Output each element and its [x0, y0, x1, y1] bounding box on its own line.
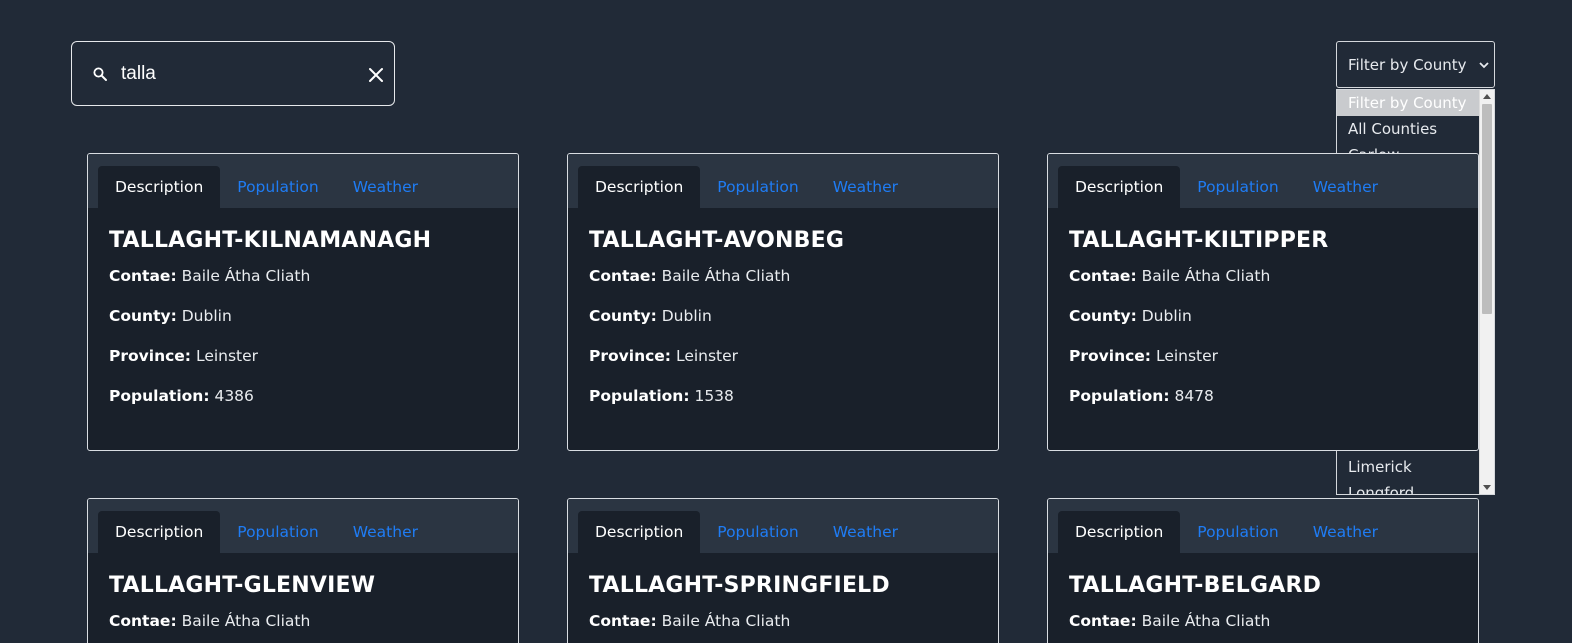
tab-description[interactable]: Description [1058, 511, 1181, 553]
province-value: Leinster [675, 347, 739, 365]
population-row: Population: 8478 [1069, 387, 1457, 427]
contae-row: Contae: Baile Átha Cliath [1069, 267, 1457, 307]
province-label: Province: [589, 347, 672, 365]
tab-description[interactable]: Description [1058, 166, 1181, 208]
tab-population[interactable]: Population [220, 511, 335, 553]
county-row: County: Dublin [1069, 307, 1457, 347]
county-filter-value: Filter by County [1348, 55, 1467, 74]
county-option[interactable]: Filter by County [1337, 90, 1480, 116]
county-label: County: [589, 307, 657, 325]
contae-row: Contae: Baile Átha Cliath [589, 612, 977, 643]
population-value: 4386 [214, 387, 254, 405]
tab-weather[interactable]: Weather [1296, 166, 1395, 208]
contae-row: Contae: Baile Átha Cliath [1069, 612, 1457, 643]
card-tabs: Description Population Weather [88, 499, 518, 553]
card-title: TALLAGHT-SPRINGFIELD [589, 573, 890, 598]
county-option[interactable]: Limerick [1337, 454, 1480, 480]
contae-label: Contae: [1069, 612, 1137, 630]
card-title: TALLAGHT-KILTIPPER [1069, 228, 1329, 253]
search-box[interactable] [71, 41, 395, 106]
tab-weather[interactable]: Weather [816, 511, 915, 553]
contae-label: Contae: [1069, 267, 1137, 285]
population-row: Population: 1538 [589, 387, 977, 427]
card-tabs: Description Population Weather [568, 499, 998, 553]
tab-description[interactable]: Description [578, 511, 701, 553]
contae-label: Contae: [589, 267, 657, 285]
scrollbar-thumb[interactable] [1482, 104, 1492, 314]
card-title: TALLAGHT-AVONBEG [589, 228, 845, 253]
contae-row: Contae: Baile Átha Cliath [589, 267, 977, 307]
card-title: TALLAGHT-GLENVIEW [109, 573, 376, 598]
population-label: Population: [109, 387, 210, 405]
contae-value: Baile Átha Cliath [661, 612, 791, 630]
tab-weather[interactable]: Weather [336, 166, 435, 208]
contae-value: Baile Átha Cliath [1141, 267, 1271, 285]
tab-population[interactable]: Population [700, 511, 815, 553]
tab-weather[interactable]: Weather [1296, 511, 1395, 553]
county-value: Dublin [661, 307, 712, 325]
county-filter-select[interactable]: Filter by County [1336, 41, 1495, 88]
province-label: Province: [109, 347, 192, 365]
county-row: County: Dublin [589, 307, 977, 347]
county-option[interactable]: Longford [1337, 480, 1480, 494]
province-row: Province: Leinster [589, 347, 977, 387]
page: Filter by County Filter by CountyAll Cou… [0, 0, 1572, 643]
search-icon [93, 67, 107, 81]
area-card: Description Population Weather TALLAGHT-… [1047, 498, 1479, 643]
province-value: Leinster [1155, 347, 1219, 365]
chevron-down-icon [1479, 62, 1489, 69]
tab-description[interactable]: Description [98, 511, 221, 553]
contae-value: Baile Átha Cliath [181, 612, 311, 630]
county-value: Dublin [181, 307, 232, 325]
tab-population[interactable]: Population [1180, 166, 1295, 208]
population-value: 1538 [694, 387, 734, 405]
county-value: Dublin [1141, 307, 1192, 325]
population-label: Population: [589, 387, 690, 405]
contae-row: Contae: Baile Átha Cliath [109, 612, 497, 643]
area-card: Description Population Weather TALLAGHT-… [567, 498, 999, 643]
dropdown-scrollbar[interactable] [1479, 90, 1494, 494]
contae-label: Contae: [109, 612, 177, 630]
tab-weather[interactable]: Weather [816, 166, 915, 208]
contae-value: Baile Átha Cliath [661, 267, 791, 285]
tab-description[interactable]: Description [98, 166, 221, 208]
population-row: Population: 4386 [109, 387, 497, 427]
province-row: Province: Leinster [1069, 347, 1457, 387]
scroll-up-icon[interactable] [1483, 94, 1491, 99]
contae-label: Contae: [109, 267, 177, 285]
tab-weather[interactable]: Weather [336, 511, 435, 553]
card-tabs: Description Population Weather [1048, 499, 1478, 553]
area-card: Description Population Weather TALLAGHT-… [567, 153, 999, 451]
province-row: Province: Leinster [109, 347, 497, 387]
tab-population[interactable]: Population [1180, 511, 1295, 553]
area-card: Description Population Weather TALLAGHT-… [87, 498, 519, 643]
tab-description[interactable]: Description [578, 166, 701, 208]
county-label: County: [109, 307, 177, 325]
province-value: Leinster [195, 347, 259, 365]
search-input[interactable] [121, 60, 351, 88]
card-title: TALLAGHT-BELGARD [1069, 573, 1322, 598]
population-label: Population: [1069, 387, 1170, 405]
area-card: Description Population Weather TALLAGHT-… [87, 153, 519, 451]
county-option[interactable]: All Counties [1337, 116, 1480, 142]
card-tabs: Description Population Weather [1048, 154, 1478, 208]
scroll-down-icon[interactable] [1483, 485, 1491, 490]
county-row: County: Dublin [109, 307, 497, 347]
county-label: County: [1069, 307, 1137, 325]
card-title: TALLAGHT-KILNAMANAGH [109, 228, 432, 253]
contae-label: Contae: [589, 612, 657, 630]
tab-population[interactable]: Population [220, 166, 335, 208]
tab-population[interactable]: Population [700, 166, 815, 208]
clear-icon[interactable] [368, 67, 384, 83]
card-tabs: Description Population Weather [568, 154, 998, 208]
contae-value: Baile Átha Cliath [1141, 612, 1271, 630]
population-value: 8478 [1174, 387, 1214, 405]
area-card: Description Population Weather TALLAGHT-… [1047, 153, 1479, 451]
contae-row: Contae: Baile Átha Cliath [109, 267, 497, 307]
province-label: Province: [1069, 347, 1152, 365]
contae-value: Baile Átha Cliath [181, 267, 311, 285]
card-tabs: Description Population Weather [88, 154, 518, 208]
